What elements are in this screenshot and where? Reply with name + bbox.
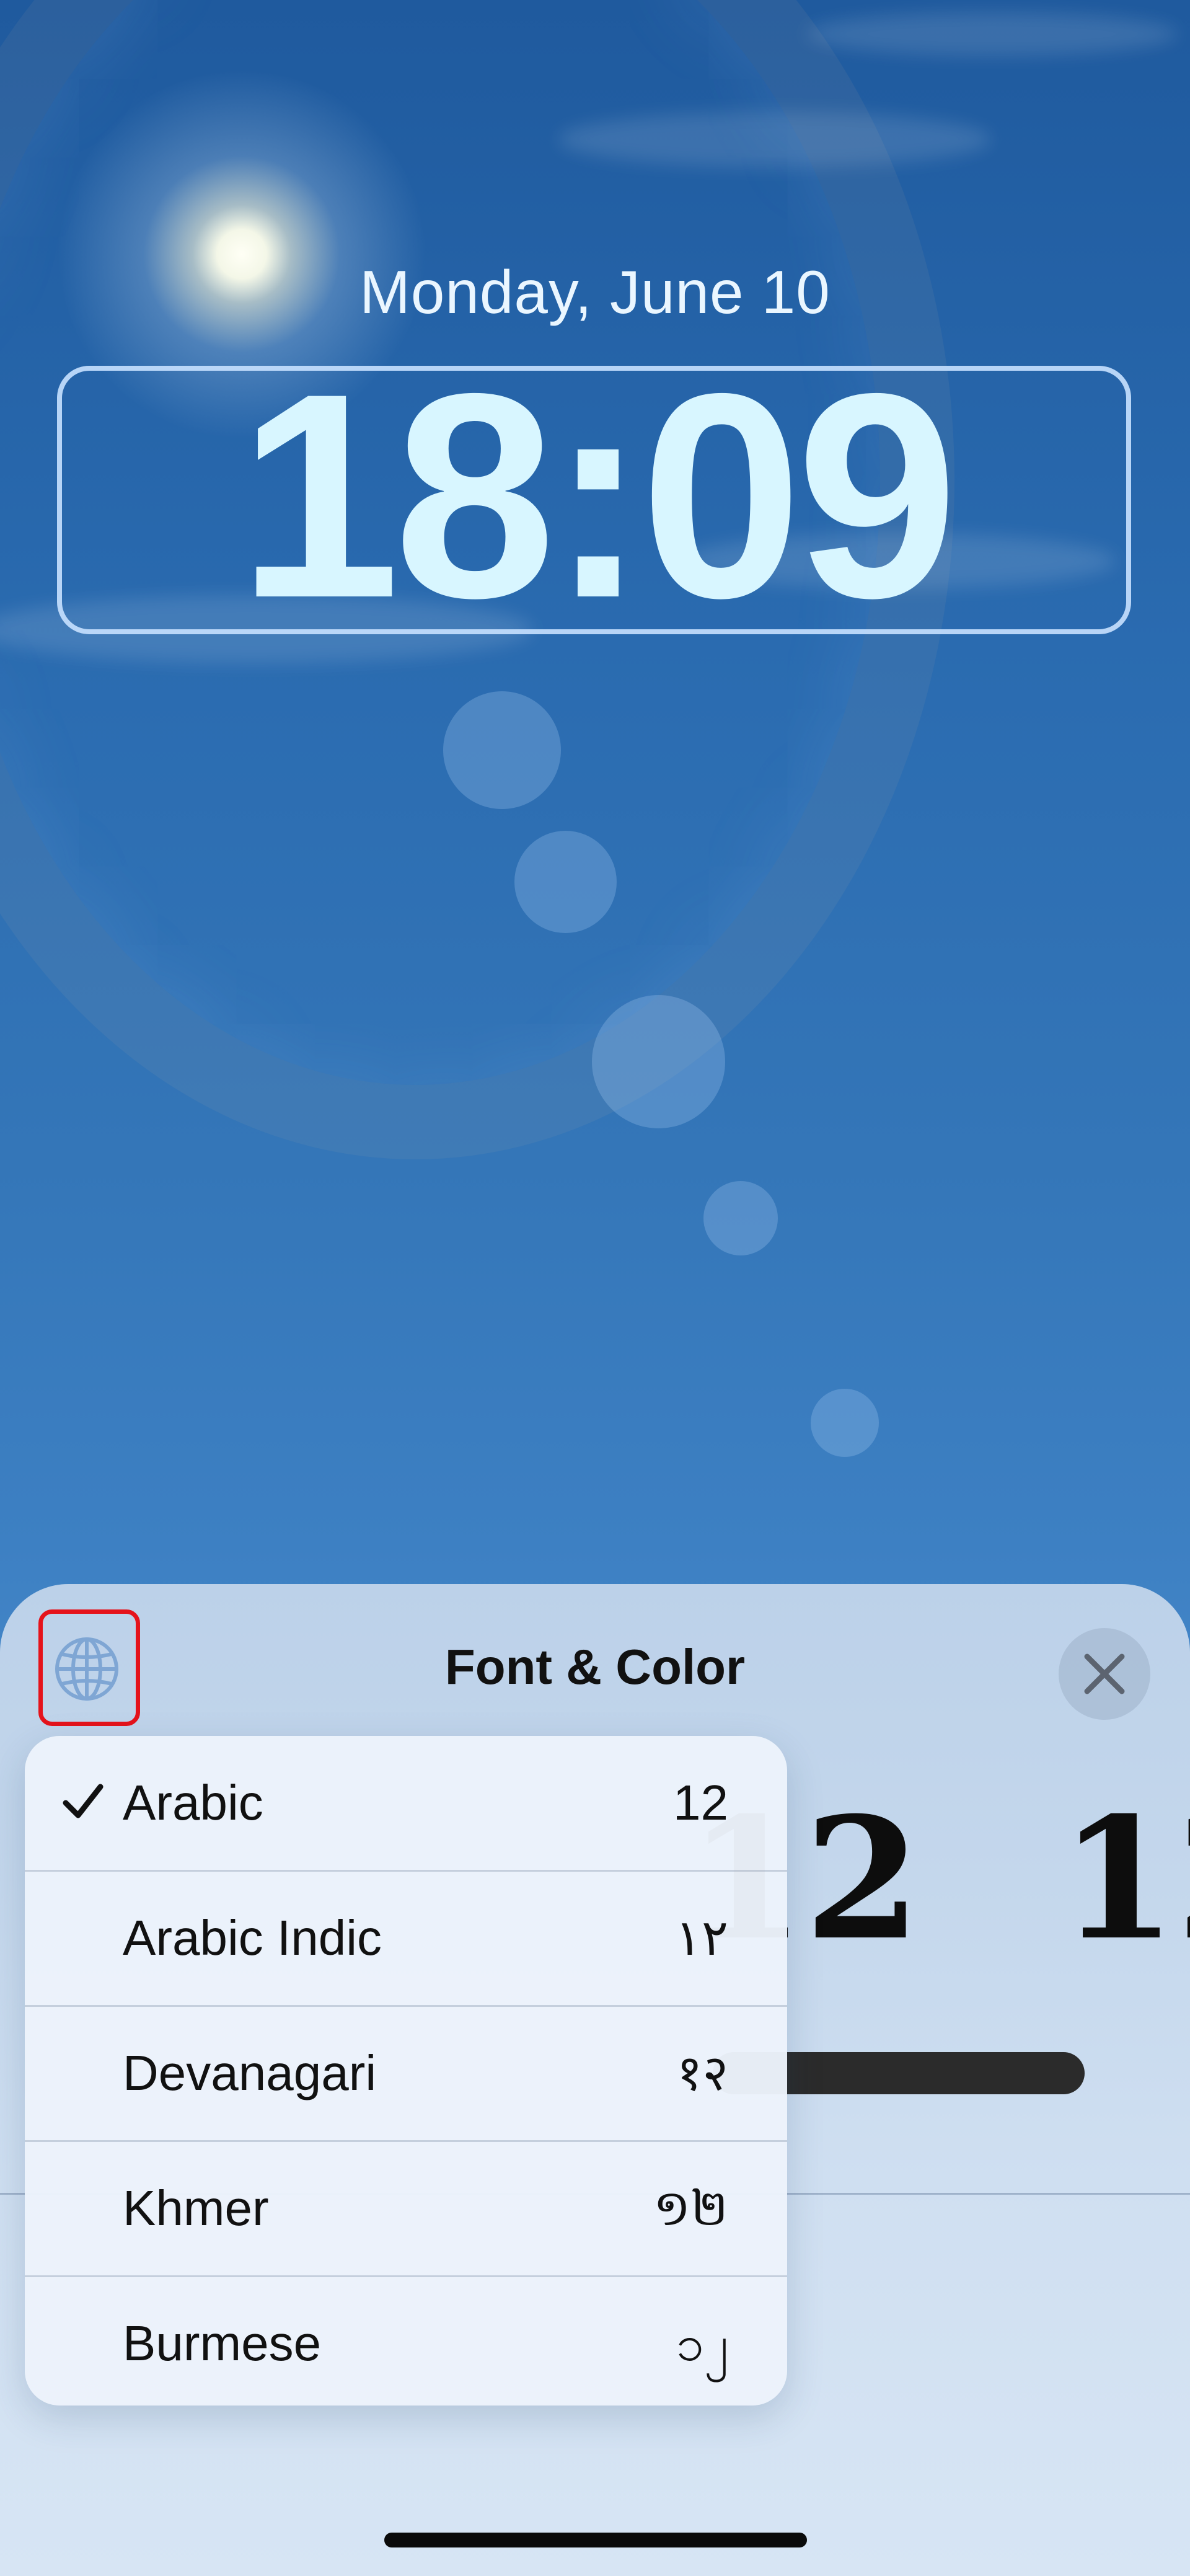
menu-item-burmese[interactable]: Burmese ၁၂ [25, 2277, 787, 2406]
numeral-system-button-highlight[interactable] [38, 1609, 140, 1726]
lens-flare [592, 995, 725, 1128]
cloud [558, 112, 992, 167]
numeral-system-menu: Arabic 12 Arabic Indic ١٢ Devanagari १२ … [25, 1736, 787, 2406]
menu-item-label: Devanagari [123, 2045, 377, 2100]
menu-item-sample: ١٢ [675, 1910, 728, 1965]
lens-flare [703, 1181, 778, 1255]
menu-item-sample: ១២ [653, 2180, 728, 2236]
lock-screen-editor: Monday, June 10 18:09 Font & Color 12 12 [0, 0, 1190, 2576]
lens-flare [443, 691, 561, 809]
sheet-title: Font & Color [444, 1639, 746, 1694]
lock-screen-date[interactable]: Monday, June 10 [0, 257, 1190, 327]
menu-item-devanagari[interactable]: Devanagari १२ [25, 2006, 787, 2140]
menu-item-sample: 12 [673, 1775, 728, 1830]
checkmark-icon [63, 1784, 104, 1818]
menu-item-label: Arabic [123, 1775, 263, 1830]
close-icon [1084, 1653, 1125, 1694]
home-indicator[interactable] [384, 2533, 807, 2547]
lens-flare [514, 831, 617, 933]
menu-item-arabic[interactable]: Arabic 12 [25, 1736, 787, 1870]
menu-item-label: Khmer [123, 2180, 269, 2236]
menu-item-sample: १२ [676, 2045, 728, 2100]
menu-item-label: Arabic Indic [123, 1910, 382, 1965]
lock-screen-time[interactable]: 18:09 [0, 350, 1190, 642]
lens-flare [811, 1389, 879, 1457]
cloud [806, 12, 1178, 56]
font-preview[interactable]: 12 [1060, 1795, 1190, 1962]
menu-item-arabic-indic[interactable]: Arabic Indic ١٢ [25, 1871, 787, 2005]
menu-item-sample: ၁၂ [676, 2316, 728, 2371]
menu-item-khmer[interactable]: Khmer ១២ [25, 2141, 787, 2275]
menu-item-label: Burmese [123, 2316, 322, 2371]
close-button[interactable] [1059, 1628, 1150, 1720]
